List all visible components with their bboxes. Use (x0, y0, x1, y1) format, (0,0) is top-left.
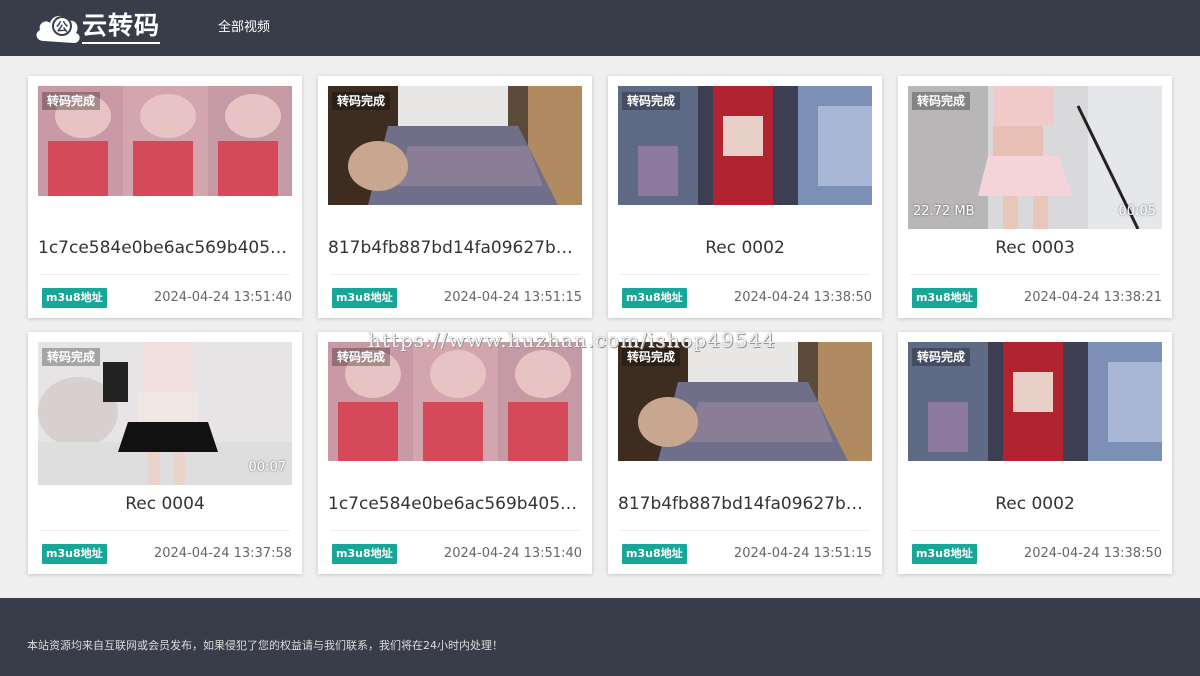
video-thumbnail[interactable]: 转码完成 22.72 MB 00:05 (908, 86, 1162, 229)
upload-date: 2024-04-24 13:38:50 (1023, 546, 1162, 561)
card-divider (910, 274, 1160, 275)
upload-date: 2024-04-24 13:37:58 (153, 546, 292, 561)
video-title[interactable]: Rec 0003 (908, 236, 1162, 260)
status-badge: 转码完成 (912, 92, 971, 110)
card-divider (330, 274, 580, 275)
video-card[interactable]: 转码完成 Rec 0002 m3u8地址 2024-04-24 13:38:50 (898, 332, 1172, 574)
status-badge: 转码完成 (622, 348, 681, 366)
video-thumbnail[interactable]: 转码完成 (908, 342, 1162, 461)
card-divider (620, 274, 870, 275)
status-badge: 转码完成 (332, 92, 391, 110)
card-divider (620, 530, 870, 531)
video-duration: 00:07 (248, 460, 286, 475)
video-thumbnail[interactable]: 转码完成 (38, 86, 292, 196)
upload-date: 2024-04-24 13:51:15 (443, 290, 582, 305)
m3u8-link-button[interactable]: m3u8地址 (622, 544, 687, 564)
upload-date: 2024-04-24 13:51:40 (443, 546, 582, 561)
status-badge: 转码完成 (42, 348, 101, 366)
m3u8-link-button[interactable]: m3u8地址 (912, 544, 977, 564)
video-title[interactable]: Rec 0002 (618, 236, 872, 260)
status-badge: 转码完成 (622, 92, 681, 110)
site-logo[interactable]: 公 云转码 (32, 7, 172, 49)
footer-notice: 本站资源均来自互联网或会员发布，如果侵犯了您的权益请与我们联系，我们将在24小时… (27, 639, 503, 652)
logo-text: 云转码 (82, 11, 161, 44)
video-title[interactable]: Rec 0004 (38, 492, 292, 516)
video-thumbnail[interactable]: 转码完成 (328, 86, 582, 205)
m3u8-link-button[interactable]: m3u8地址 (42, 544, 107, 564)
svg-text:公: 公 (56, 20, 68, 34)
m3u8-link-button[interactable]: m3u8地址 (622, 288, 687, 308)
video-card[interactable]: 转码完成 817b4fb887bd14fa09627bd6... m3u8地址 … (318, 76, 592, 318)
card-divider (910, 530, 1160, 531)
card-divider (40, 530, 290, 531)
m3u8-link-button[interactable]: m3u8地址 (912, 288, 977, 308)
page-footer: 本站资源均来自互联网或会员发布，如果侵犯了您的权益请与我们联系，我们将在24小时… (0, 598, 1200, 676)
video-card[interactable]: 转码完成 22.72 MB 00:05 Rec 0003 m3u8地址 2024… (898, 76, 1172, 318)
m3u8-link-button[interactable]: m3u8地址 (332, 544, 397, 564)
video-title[interactable]: 1c7ce584e0be6ac569b40566... (328, 492, 582, 516)
nav-all-videos[interactable]: 全部视频 (218, 18, 270, 38)
m3u8-link-button[interactable]: m3u8地址 (42, 288, 107, 308)
video-card[interactable]: 转码完成 1c7ce584e0be6ac569b40566... m3u8地址 … (318, 332, 592, 574)
video-thumbnail[interactable]: 转码完成 (618, 342, 872, 461)
upload-date: 2024-04-24 13:51:40 (153, 290, 292, 305)
video-title[interactable]: 817b4fb887bd14fa09627bd6... (618, 492, 872, 516)
video-card[interactable]: 转码完成 00:07 Rec 0004 m3u8地址 2024-04-24 13… (28, 332, 302, 574)
video-title[interactable]: Rec 0002 (908, 492, 1162, 516)
video-thumbnail[interactable]: 转码完成 00:07 (38, 342, 292, 485)
top-navbar: 公 云转码 全部视频 (0, 0, 1200, 56)
file-size: 22.72 MB (913, 204, 975, 219)
status-badge: 转码完成 (332, 348, 391, 366)
video-title[interactable]: 1c7ce584e0be6ac569b40566... (38, 236, 292, 260)
video-duration: 00:05 (1118, 204, 1156, 219)
status-badge: 转码完成 (42, 92, 101, 110)
video-card[interactable]: 转码完成 Rec 0002 m3u8地址 2024-04-24 13:38:50 (608, 76, 882, 318)
m3u8-link-button[interactable]: m3u8地址 (332, 288, 397, 308)
card-divider (330, 530, 580, 531)
upload-date: 2024-04-24 13:38:21 (1023, 290, 1162, 305)
video-card[interactable]: 转码完成 1c7ce584e0be6ac569b40566... m3u8地址 … (28, 76, 302, 318)
video-title[interactable]: 817b4fb887bd14fa09627bd6... (328, 236, 582, 260)
status-badge: 转码完成 (912, 348, 971, 366)
video-thumbnail[interactable]: 转码完成 (328, 342, 582, 461)
card-divider (40, 274, 290, 275)
upload-date: 2024-04-24 13:51:15 (733, 546, 872, 561)
video-card[interactable]: 转码完成 817b4fb887bd14fa09627bd6... m3u8地址 … (608, 332, 882, 574)
video-thumbnail[interactable]: 转码完成 (618, 86, 872, 205)
upload-date: 2024-04-24 13:38:50 (733, 290, 872, 305)
